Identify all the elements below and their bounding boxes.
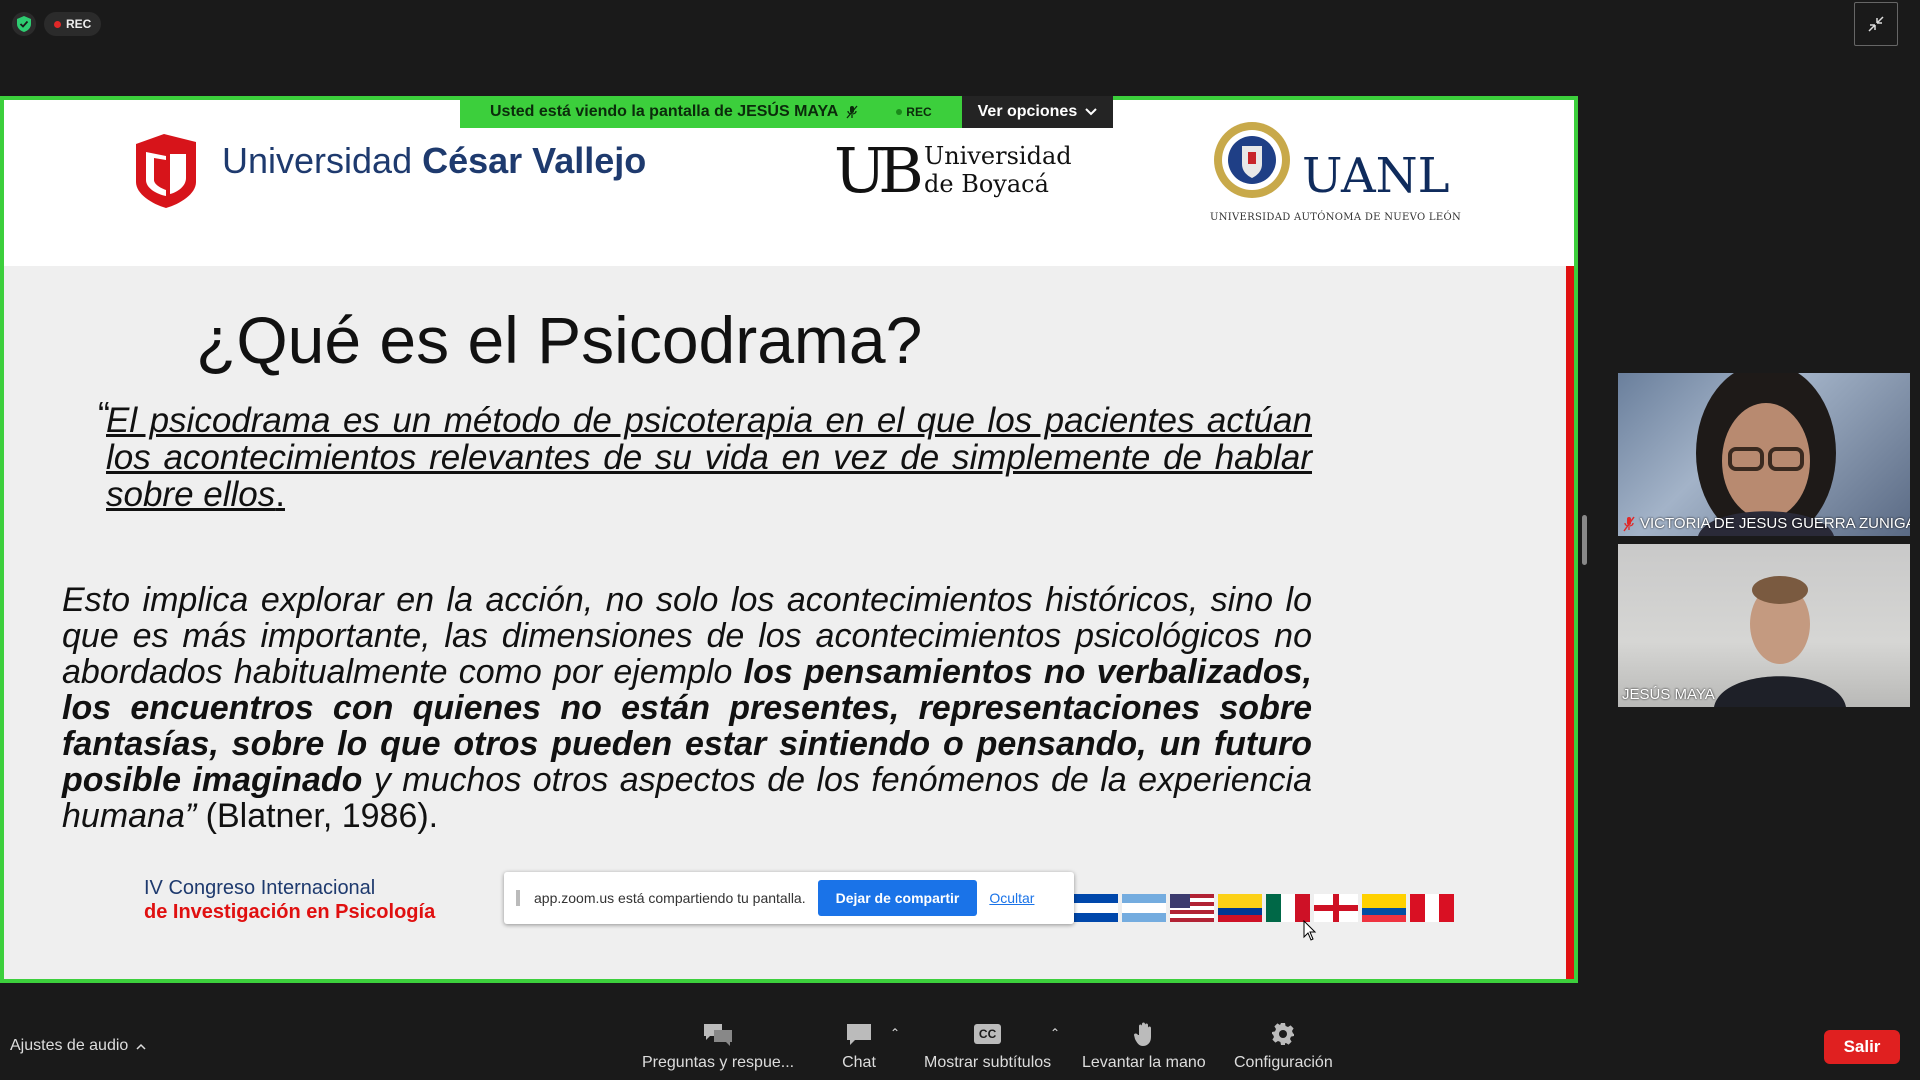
security-shield-icon[interactable] — [12, 12, 36, 36]
chat-button[interactable]: Chat — [842, 1020, 876, 1072]
uanl-name: UANL — [1302, 148, 1450, 204]
screen-share-notification: app.zoom.us está compartiendo tu pantall… — [504, 872, 1074, 924]
chat-label: Chat — [842, 1054, 876, 1071]
raise-hand-label: Levantar la mano — [1082, 1054, 1206, 1071]
ub-name: Universidad de Boyacá — [924, 142, 1072, 198]
uanl-seal-icon — [1214, 122, 1290, 198]
chevron-up-icon — [136, 1043, 146, 1050]
shared-screen: Universidad César Vallejo UB Universidad… — [0, 96, 1578, 983]
zoom-meeting-window: REC Usted está viendo la pantalla de JES… — [0, 0, 1920, 1080]
flag-peru-icon — [1410, 894, 1455, 922]
qa-button[interactable]: Preguntas y respue... — [642, 1020, 794, 1072]
participant-name: JESÚS MAYA — [1622, 686, 1715, 703]
cc-icon-text: CC — [973, 1024, 1002, 1044]
mouse-cursor-icon — [1303, 920, 1317, 941]
stop-sharing-button[interactable]: Dejar de compartir — [817, 880, 978, 916]
audio-settings-label: Ajustes de audio — [10, 1037, 129, 1054]
chevron-down-icon — [1085, 108, 1097, 116]
country-flags — [1074, 894, 1455, 922]
settings-button[interactable]: Configuración — [1234, 1020, 1333, 1072]
recording-label: REC — [66, 17, 92, 31]
banner-rec-label: REC — [906, 105, 932, 119]
captions-options-chevron-icon[interactable]: ⌃ — [1050, 1026, 1060, 1040]
participant-tile[interactable]: JESÚS MAYA — [1618, 544, 1910, 707]
gear-icon — [1266, 1020, 1300, 1048]
chat-options-chevron-icon[interactable]: ⌃ — [890, 1026, 900, 1040]
closed-captions-icon: CC — [971, 1020, 1005, 1048]
panel-resize-handle[interactable] — [1582, 515, 1587, 565]
participant-video-icon — [1696, 373, 1836, 536]
uanl-subtitle: UNIVERSIDAD AUTÓNOMA DE NUEVO LEÓN — [1210, 212, 1462, 223]
meeting-toolbar: Ajustes de audio Preguntas y respue... C… — [0, 1012, 1920, 1080]
qa-icon — [701, 1020, 735, 1048]
recording-indicator[interactable]: REC — [44, 12, 102, 36]
ucv-name: Universidad César Vallejo — [222, 140, 646, 182]
drag-handle-icon[interactable] — [516, 890, 520, 906]
slide-red-accent — [1566, 266, 1574, 979]
flag-el-salvador-icon — [1074, 894, 1118, 922]
share-viewing-banner: Usted está viendo la pantalla de JESÚS M… — [460, 96, 1114, 128]
ub-name-line2: de Boyacá — [924, 170, 1049, 198]
view-options-label: Ver opciones — [977, 103, 1078, 120]
banner-record-dot-icon — [896, 109, 903, 115]
view-options-button[interactable]: Ver opciones — [961, 96, 1114, 128]
definition-quote: El psicodrama es un método de psicoterap… — [106, 402, 1312, 513]
muted-mic-icon — [1623, 516, 1635, 531]
muted-mic-icon — [846, 105, 858, 119]
ub-name-line1: Universidad — [924, 142, 1072, 170]
share-message: app.zoom.us está compartiendo tu pantall… — [534, 890, 806, 906]
settings-label: Configuración — [1234, 1054, 1333, 1071]
slide-title: ¿Qué es el Psicodrama? — [196, 303, 923, 377]
flag-mexico-icon — [1266, 894, 1311, 922]
congress-line2: de Investigación en Psicología — [144, 901, 436, 923]
qa-label: Preguntas y respue... — [642, 1054, 795, 1071]
participant-video-icon — [1714, 576, 1846, 707]
flag-colombia-icon — [1218, 894, 1262, 922]
hide-notification-link[interactable]: Ocultar — [989, 890, 1034, 906]
flag-ecuador-icon — [1362, 894, 1406, 922]
participant-name-text: VICTORIA DE JESUS GUERRA ZUNIGA — [1640, 515, 1910, 532]
citation: (Blatner, 1986). — [196, 797, 439, 835]
viewing-notice: Usted está viendo la pantalla de JESÚS M… — [460, 96, 962, 128]
participant-tile[interactable]: VICTORIA DE JESUS GUERRA ZUNIGA — [1618, 373, 1910, 536]
banner-recording-indicator: REC — [896, 105, 932, 119]
flag-england-icon — [1314, 894, 1358, 922]
participant-name: VICTORIA DE JESUS GUERRA ZUNIGA — [1622, 515, 1910, 532]
definition-quote-end: . — [275, 475, 285, 514]
leave-meeting-button[interactable]: Salir — [1824, 1030, 1900, 1064]
viewing-text: Usted está viendo la pantalla de JESÚS M… — [490, 103, 839, 120]
ucv-name-regular: Universidad — [222, 140, 423, 181]
record-dot-icon — [54, 20, 61, 28]
ub-logo-mark: UB — [834, 134, 924, 207]
exit-fullscreen-icon — [1868, 16, 1884, 32]
exit-fullscreen-button[interactable] — [1854, 2, 1898, 46]
chat-icon — [842, 1020, 876, 1048]
flag-usa-icon — [1170, 894, 1214, 922]
ucv-name-bold: César Vallejo — [422, 140, 647, 181]
congress-label: IV Congreso Internacional de Investigaci… — [144, 876, 435, 924]
congress-line1: IV Congreso Internacional — [144, 877, 376, 899]
definition-quote-text: El psicodrama es un método de psicoterap… — [106, 401, 1312, 514]
participant-name-text: JESÚS MAYA — [1622, 686, 1715, 703]
audio-settings-button[interactable]: Ajustes de audio — [10, 1037, 146, 1055]
flag-argentina-icon — [1122, 894, 1166, 922]
show-captions-label: Mostrar subtítulos — [924, 1054, 1052, 1071]
show-captions-button[interactable]: CC Mostrar subtítulos — [924, 1020, 1051, 1072]
ucv-logo-icon — [136, 134, 196, 208]
raise-hand-button[interactable]: Levantar la mano — [1082, 1020, 1206, 1072]
raise-hand-icon — [1127, 1020, 1161, 1048]
explanation-paragraph: Esto implica explorar en la acción, no s… — [62, 582, 1312, 834]
